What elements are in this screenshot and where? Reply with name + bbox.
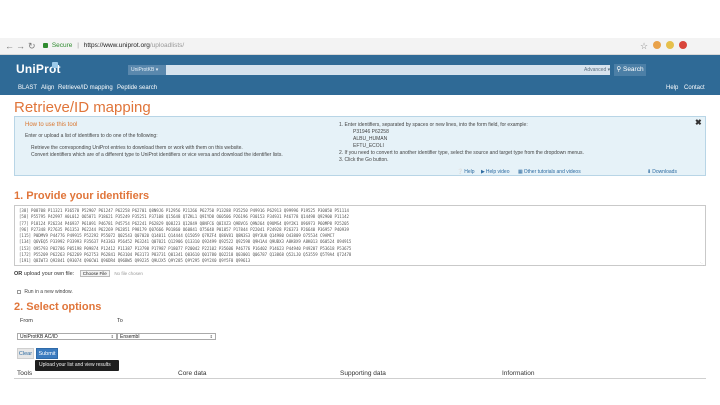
reload-icon[interactable]: ↻ — [28, 41, 36, 51]
from-select-value: UniProtKB AC/ID — [20, 334, 58, 340]
nav-help[interactable]: Help — [666, 85, 678, 91]
database-select[interactable]: UniProtKB ▾ — [128, 65, 166, 75]
extension-icon[interactable] — [679, 41, 687, 49]
nav-retrieve[interactable]: Retrieve/ID mapping — [58, 85, 113, 91]
resize-handle-icon[interactable]: ⋱ — [700, 261, 705, 266]
site-nav: BLAST Align Retrieve/ID mapping Peptide … — [0, 83, 720, 95]
new-window-option[interactable]: Run in a new window. — [17, 289, 73, 295]
help-title: How to use this tool — [25, 122, 78, 128]
search-input[interactable] — [166, 65, 610, 75]
address-bar[interactable]: Secure | https://www.uniprot.org/uploadl… — [43, 40, 633, 52]
help-step: 3. Click the Go button. — [339, 157, 389, 163]
submit-button[interactable]: Submit — [36, 348, 58, 359]
choose-file-button[interactable]: Choose File — [79, 270, 110, 277]
help-example: P31946 P62258 — [353, 129, 389, 135]
to-select-value: Ensembl — [120, 334, 140, 340]
upload-row: OR upload your own file: Choose File No … — [14, 270, 143, 277]
nav-blast[interactable]: BLAST — [18, 85, 37, 91]
search-button-label: Search — [622, 66, 644, 73]
search-button[interactable]: ⚲ Search — [614, 64, 646, 76]
column-tools: Tools — [17, 370, 33, 377]
column-information: Information — [502, 370, 535, 377]
downloads-link[interactable]: ⬇Downloads — [647, 169, 677, 175]
chevron-updown-icon: ⇕ — [110, 334, 114, 339]
help-bullet: Retrieve the corresponding UniProt entri… — [31, 145, 243, 151]
video-icon: ▶ — [481, 169, 485, 175]
close-icon[interactable]: ✖ — [695, 118, 702, 127]
submit-tooltip: Upload your list and view results — [35, 360, 119, 371]
from-select[interactable]: UniProtKB AC/ID ⇕ — [17, 333, 117, 340]
lock-icon — [43, 42, 48, 48]
search-icon: ⚲ — [616, 66, 622, 73]
to-select[interactable]: Ensembl ⇕ — [117, 333, 216, 340]
divider — [14, 378, 706, 379]
tutorials-label: Other tutorials and videos — [523, 169, 581, 175]
browser-window-top — [0, 0, 720, 38]
bookmark-star-icon[interactable]: ☆ — [640, 41, 648, 51]
new-window-label: Run in a new window. — [24, 289, 73, 295]
identifiers-textarea[interactable]: [38] P08708 P11321 P36578 P52907 P61247 … — [14, 205, 706, 266]
nav-peptide-search[interactable]: Peptide search — [117, 85, 157, 91]
section-title-identifiers: 1. Provide your identifiers — [14, 190, 150, 202]
chevron-updown-icon: ⇕ — [209, 334, 213, 339]
help-box: How to use this tool Enter or upload a l… — [14, 116, 706, 176]
advanced-search-link[interactable]: Advanced ▾ — [584, 65, 610, 75]
help-link[interactable]: ❔Help — [457, 169, 475, 175]
help-example: ALBU_HUMAN — [353, 136, 388, 142]
downloads-label: Downloads — [652, 169, 677, 175]
upload-label: upload your own file: — [23, 271, 75, 277]
column-supporting-data: Supporting data — [340, 370, 386, 377]
help-video-label: Help video — [485, 169, 510, 175]
help-video-link[interactable]: ▶Help video — [481, 169, 510, 175]
help-intro: Enter or upload a list of identifiers to… — [25, 133, 158, 139]
to-label: To — [117, 318, 123, 324]
help-step: 2. If you need to convert to another ide… — [339, 150, 584, 156]
column-core-data: Core data — [178, 370, 207, 377]
nav-contact[interactable]: Contact — [684, 85, 705, 91]
site-header: UniProt UniProtKB ▾ Advanced ▾ ⚲ Search … — [0, 55, 720, 95]
back-icon[interactable]: ← — [5, 41, 14, 51]
download-icon: ⬇ — [647, 169, 652, 175]
help-step: 1. Enter identifiers, separated by space… — [339, 122, 528, 128]
logo-badge-icon — [52, 62, 58, 68]
help-bullet: Convert identifiers which are of a diffe… — [31, 152, 283, 158]
identifier-line: [191] Q8IWT3 Q92841 Q93074 Q96CW1 Q96DR4… — [19, 258, 251, 264]
question-icon: ❔ — [457, 169, 464, 175]
secure-label: Secure — [51, 42, 73, 49]
forward-icon[interactable]: → — [16, 41, 25, 51]
clear-button[interactable]: Clear — [17, 348, 34, 359]
from-label: From — [20, 318, 33, 324]
tutorial-icon: ▦ — [518, 169, 523, 175]
extension-icon[interactable] — [653, 41, 661, 49]
url-path: /uploadlists/ — [149, 42, 185, 49]
new-window-checkbox[interactable] — [17, 289, 21, 294]
section-title-options: 2. Select options — [14, 301, 102, 313]
url-host: https://www.uniprot.org — [83, 42, 150, 49]
help-link-label: Help — [464, 169, 475, 175]
upload-or-label: OR — [14, 271, 23, 277]
nav-align[interactable]: Align — [41, 85, 54, 91]
browser-toolbar: ← → ↻ Secure | https://www.uniprot.org/u… — [0, 38, 720, 55]
address-separator: | — [77, 42, 79, 49]
help-example: EFTU_ECOLI — [353, 143, 384, 149]
extension-icon[interactable] — [666, 41, 674, 49]
tutorials-link[interactable]: ▦Other tutorials and videos — [518, 169, 581, 175]
no-file-label: No file chosen — [114, 271, 143, 276]
page-title: Retrieve/ID mapping — [14, 99, 151, 116]
